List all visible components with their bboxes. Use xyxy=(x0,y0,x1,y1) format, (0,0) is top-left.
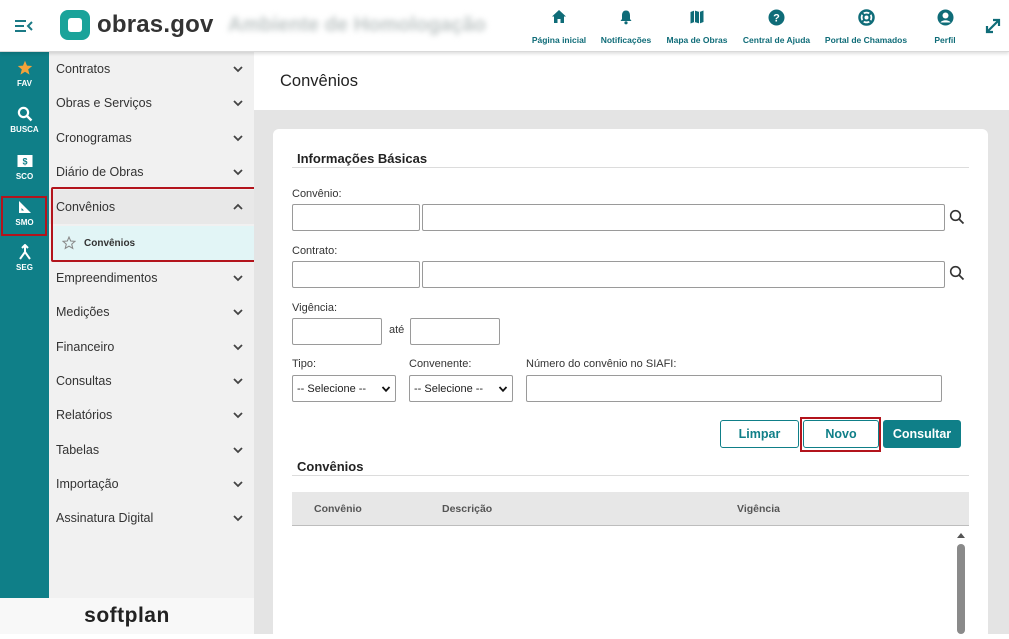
svg-text:$: $ xyxy=(22,157,27,167)
basic-info-divider xyxy=(292,167,969,168)
brand-name: obras.gov xyxy=(97,11,214,38)
sidebar-item-tabelas[interactable]: Tabelas xyxy=(49,433,254,467)
novo-button[interactable]: Novo xyxy=(803,420,879,448)
expand-icon[interactable] xyxy=(984,17,1002,35)
scroll-thumb[interactable] xyxy=(957,544,965,634)
vigencia-start-input[interactable] xyxy=(292,318,382,345)
fork-icon xyxy=(17,244,33,260)
convenente-select[interactable]: -- Selecione -- xyxy=(409,375,513,402)
sidebar-item-cronogramas[interactable]: Cronogramas xyxy=(49,121,254,155)
convenio-code-input[interactable] xyxy=(292,204,420,231)
nav-perfil[interactable]: Perfil xyxy=(928,8,962,45)
vigencia-label: Vigência: xyxy=(292,302,338,314)
nav-mapa-de-obras[interactable]: Mapa de Obras xyxy=(666,8,728,45)
rail-item-busca[interactable]: BUSCA xyxy=(0,106,49,146)
results-title: Convênios xyxy=(297,459,364,474)
results-divider xyxy=(292,475,969,476)
siafi-number-input[interactable] xyxy=(526,375,942,402)
column-header-descricao[interactable]: Descrição xyxy=(442,503,492,515)
chevron-down-icon xyxy=(233,275,243,282)
svg-text:?: ? xyxy=(773,12,780,24)
sidebar-item-obras-servicos[interactable]: Obras e Serviços xyxy=(49,86,254,120)
chevron-down-icon xyxy=(233,378,243,385)
sidebar-subitem-convenios[interactable]: Convênios xyxy=(51,226,254,260)
bell-icon xyxy=(617,8,635,26)
tipo-select[interactable]: -- Selecione -- xyxy=(292,375,396,402)
sidebar-item-consultas[interactable]: Consultas xyxy=(49,364,254,398)
contrato-search-icon[interactable] xyxy=(949,265,965,281)
vigencia-end-input[interactable] xyxy=(410,318,500,345)
chevron-down-icon xyxy=(233,100,243,107)
chevron-down-icon xyxy=(233,309,243,316)
sidebar-item-medicoes[interactable]: Medições xyxy=(49,295,254,329)
convenio-search-icon[interactable] xyxy=(949,209,965,225)
star-outline-icon xyxy=(62,236,76,250)
nav-notificacoes[interactable]: Notificações xyxy=(600,8,652,45)
rail-item-seg[interactable]: SEG xyxy=(0,244,49,284)
consultar-button[interactable]: Consultar xyxy=(883,420,961,448)
contrato-label: Contrato: xyxy=(292,245,338,257)
rail-item-sco[interactable]: $ SCO xyxy=(0,153,49,193)
sidebar-item-assinatura-digital[interactable]: Assinatura Digital xyxy=(49,501,254,535)
brand-logo[interactable]: obras.gov xyxy=(60,8,214,42)
chevron-up-icon xyxy=(233,203,243,210)
help-icon: ? xyxy=(768,8,786,26)
sidebar-item-financeiro[interactable]: Financeiro xyxy=(49,330,254,364)
results-scrollbar[interactable] xyxy=(955,530,967,634)
user-icon xyxy=(936,8,954,26)
column-header-vigencia[interactable]: Vigência xyxy=(737,503,780,515)
results-table-header: Convênio Descrição Vigência xyxy=(292,492,969,526)
home-icon xyxy=(550,8,568,26)
nav-portal-de-chamados[interactable]: Portal de Chamados xyxy=(825,8,907,45)
convenente-label: Convenente: xyxy=(409,358,472,370)
sidebar-menu: Contratos Obras e Serviços Cronogramas D… xyxy=(49,52,254,598)
chevron-down-icon xyxy=(233,344,243,351)
contrato-code-input[interactable] xyxy=(292,261,420,288)
chevron-down-icon xyxy=(233,515,243,522)
sidebar-item-contratos[interactable]: Contratos xyxy=(49,52,254,86)
star-icon xyxy=(17,60,33,76)
tipo-label: Tipo: xyxy=(292,358,317,370)
chevron-down-icon xyxy=(233,169,243,176)
rail-smo-highlight xyxy=(1,196,47,236)
page-header: Convênios xyxy=(254,52,1009,110)
module-rail: FAV BUSCA $ SCO SMO SEG xyxy=(0,52,49,598)
nav-pagina-inicial[interactable]: Página inicial xyxy=(532,8,586,45)
sidebar-item-relatorios[interactable]: Relatórios xyxy=(49,398,254,432)
convenio-description-input[interactable] xyxy=(422,204,945,231)
convenio-label: Convênio: xyxy=(292,188,342,200)
column-header-convenio[interactable]: Convênio xyxy=(314,503,362,515)
sidebar-item-empreendimentos[interactable]: Empreendimentos xyxy=(49,261,254,295)
scroll-up-arrow-icon[interactable] xyxy=(955,530,967,540)
map-icon xyxy=(688,8,706,26)
chevron-down-icon xyxy=(233,481,243,488)
basic-info-title: Informações Básicas xyxy=(297,151,428,166)
top-bar: obras.gov Ambiente de Homologação Página… xyxy=(0,0,1009,52)
money-icon: $ xyxy=(17,153,33,169)
chevron-down-icon xyxy=(233,412,243,419)
chevron-down-icon xyxy=(233,135,243,142)
menu-collapse-icon[interactable] xyxy=(14,17,34,35)
siafi-label: Número do convênio no SIAFI: xyxy=(526,358,677,370)
obras-logo-icon xyxy=(60,10,90,40)
nav-central-de-ajuda[interactable]: ? Central de Ajuda xyxy=(743,8,810,45)
chevron-down-icon xyxy=(233,66,243,73)
chevron-down-icon xyxy=(381,386,391,393)
chevron-down-icon xyxy=(498,386,508,393)
limpar-button[interactable]: Limpar xyxy=(720,420,799,448)
environment-title: Ambiente de Homologação xyxy=(228,14,486,36)
sidebar-item-importacao[interactable]: Importação xyxy=(49,467,254,501)
sidebar-item-diario-de-obras[interactable]: Diário de Obras xyxy=(49,155,254,189)
chevron-down-icon xyxy=(233,447,243,454)
rail-item-fav[interactable]: FAV xyxy=(0,60,49,100)
ate-label: até xyxy=(389,324,405,336)
contrato-description-input[interactable] xyxy=(422,261,945,288)
page-title: Convênios xyxy=(280,72,358,90)
search-icon xyxy=(17,106,33,122)
softplan-logo: softplan xyxy=(0,598,254,634)
sidebar-item-convenios[interactable]: Convênios xyxy=(49,190,254,224)
lifebuoy-icon xyxy=(857,8,875,26)
